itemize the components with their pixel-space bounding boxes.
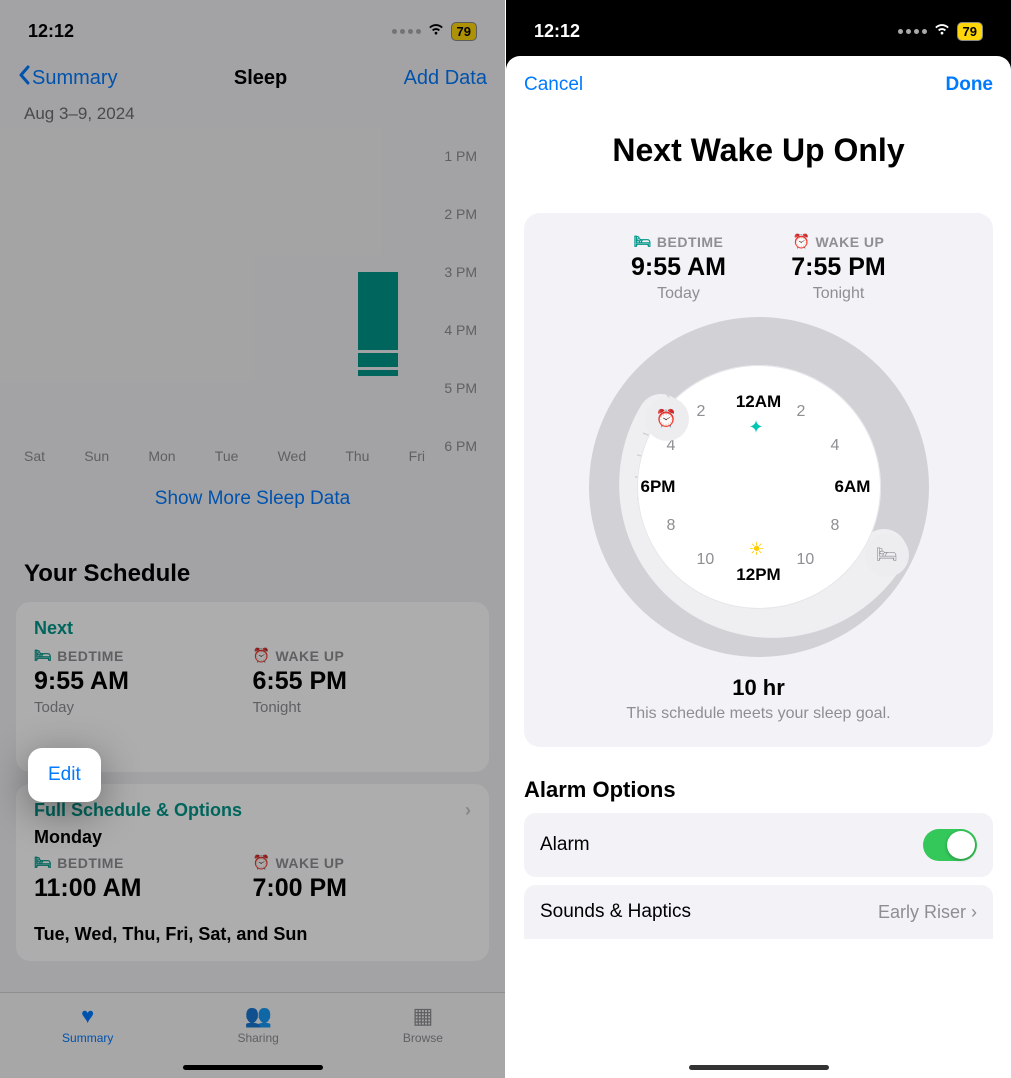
back-button[interactable]: Summary xyxy=(18,65,118,91)
wakeup-value: 7:55 PM xyxy=(759,253,919,282)
status-time: 12:12 xyxy=(28,21,74,42)
done-button[interactable]: Done xyxy=(946,74,994,96)
bed-icon: 🛏 xyxy=(34,647,52,664)
status-time: 12:12 xyxy=(534,21,580,42)
alarm-icon: ⏰ xyxy=(253,854,271,871)
chart-x-labels: SatSunMonTueWedThuFri xyxy=(24,448,425,464)
cell-dots-icon xyxy=(898,29,927,34)
bed-icon: 🛏 xyxy=(34,854,52,871)
nav-bar: Summary Sleep Add Data xyxy=(0,54,505,102)
status-bar: 12:12 79 xyxy=(506,0,1011,54)
wakeup-value: 6:55 PM xyxy=(253,667,472,696)
wifi-icon xyxy=(933,22,951,41)
full-schedule-card[interactable]: Full Schedule & Options› Monday 🛏BEDTIME… xyxy=(16,784,489,961)
wakeup-handle[interactable]: 🛏 xyxy=(865,533,909,577)
alarm-toggle-row[interactable]: Alarm xyxy=(524,813,993,877)
alarm-options-header: Alarm Options xyxy=(524,777,993,803)
battery-icon: 79 xyxy=(957,22,983,41)
friday-sleep-bar xyxy=(358,272,398,379)
sleep-chart: 1 PM 2 PM 3 PM 4 PM 5 PM 6 PM SatSunMonT… xyxy=(0,134,505,464)
status-bar: 12:12 79 xyxy=(0,0,505,54)
goal-text: This schedule meets your sleep goal. xyxy=(542,705,975,723)
battery-icon: 79 xyxy=(451,22,477,41)
next-schedule-card[interactable]: Next 🛏BEDTIME 9:55 AM Today ⏰WAKE UP 6:5… xyxy=(16,602,489,772)
alarm-icon: ⏰ xyxy=(253,647,271,664)
add-data-button[interactable]: Add Data xyxy=(404,67,487,90)
edit-context-menu[interactable]: Edit xyxy=(28,748,101,802)
next-label: Next xyxy=(34,618,471,639)
chevron-right-icon: › xyxy=(465,800,471,821)
tab-summary[interactable]: ♥Summary xyxy=(62,1003,113,1045)
tab-sharing[interactable]: 👥Sharing xyxy=(237,1003,278,1045)
heart-icon: ♥ xyxy=(81,1003,94,1029)
schedule-header: Your Schedule xyxy=(24,560,505,588)
chevron-right-icon: › xyxy=(971,902,977,922)
edit-sheet: Cancel Done Next Wake Up Only 🛏BEDTIME 9… xyxy=(506,56,1011,1078)
date-range: Aug 3–9, 2024 xyxy=(24,104,505,124)
tab-browse[interactable]: ▦Browse xyxy=(403,1003,443,1045)
people-icon: 👥 xyxy=(244,1003,271,1029)
alarm-icon: ⏰ xyxy=(793,233,811,250)
cell-dots-icon xyxy=(392,29,421,34)
wifi-icon xyxy=(427,22,445,41)
duration-label: 10 hr xyxy=(542,675,975,701)
sounds-haptics-row[interactable]: Sounds & Haptics Early Riser › xyxy=(524,885,993,939)
home-indicator[interactable] xyxy=(183,1065,323,1070)
sheet-title: Next Wake Up Only xyxy=(506,132,1011,169)
sun-icon: ☀ xyxy=(749,539,765,560)
cancel-button[interactable]: Cancel xyxy=(524,74,583,96)
schedule-editor-card: 🛏BEDTIME 9:55 AM Today ⏰WAKE UP 7:55 PM … xyxy=(524,213,993,747)
sleep-dial[interactable]: 12AM 2 4 6AM 8 10 12PM 10 8 6PM 4 2 ✦ ☀ … xyxy=(589,317,929,657)
page-title: Sleep xyxy=(234,67,287,90)
home-indicator[interactable] xyxy=(689,1065,829,1070)
bedtime-value: 9:55 AM xyxy=(34,667,253,696)
bedtime-value: 9:55 AM xyxy=(599,253,759,282)
chevron-left-icon xyxy=(18,65,30,91)
sparkle-icon: ✦ xyxy=(749,417,764,438)
grid-icon: ▦ xyxy=(413,1003,434,1029)
alarm-switch[interactable] xyxy=(923,829,977,861)
bedtime-handle[interactable]: ⏰ xyxy=(645,397,689,441)
show-more-link[interactable]: Show More Sleep Data xyxy=(0,464,505,534)
bed-icon: 🛏 xyxy=(634,233,652,250)
